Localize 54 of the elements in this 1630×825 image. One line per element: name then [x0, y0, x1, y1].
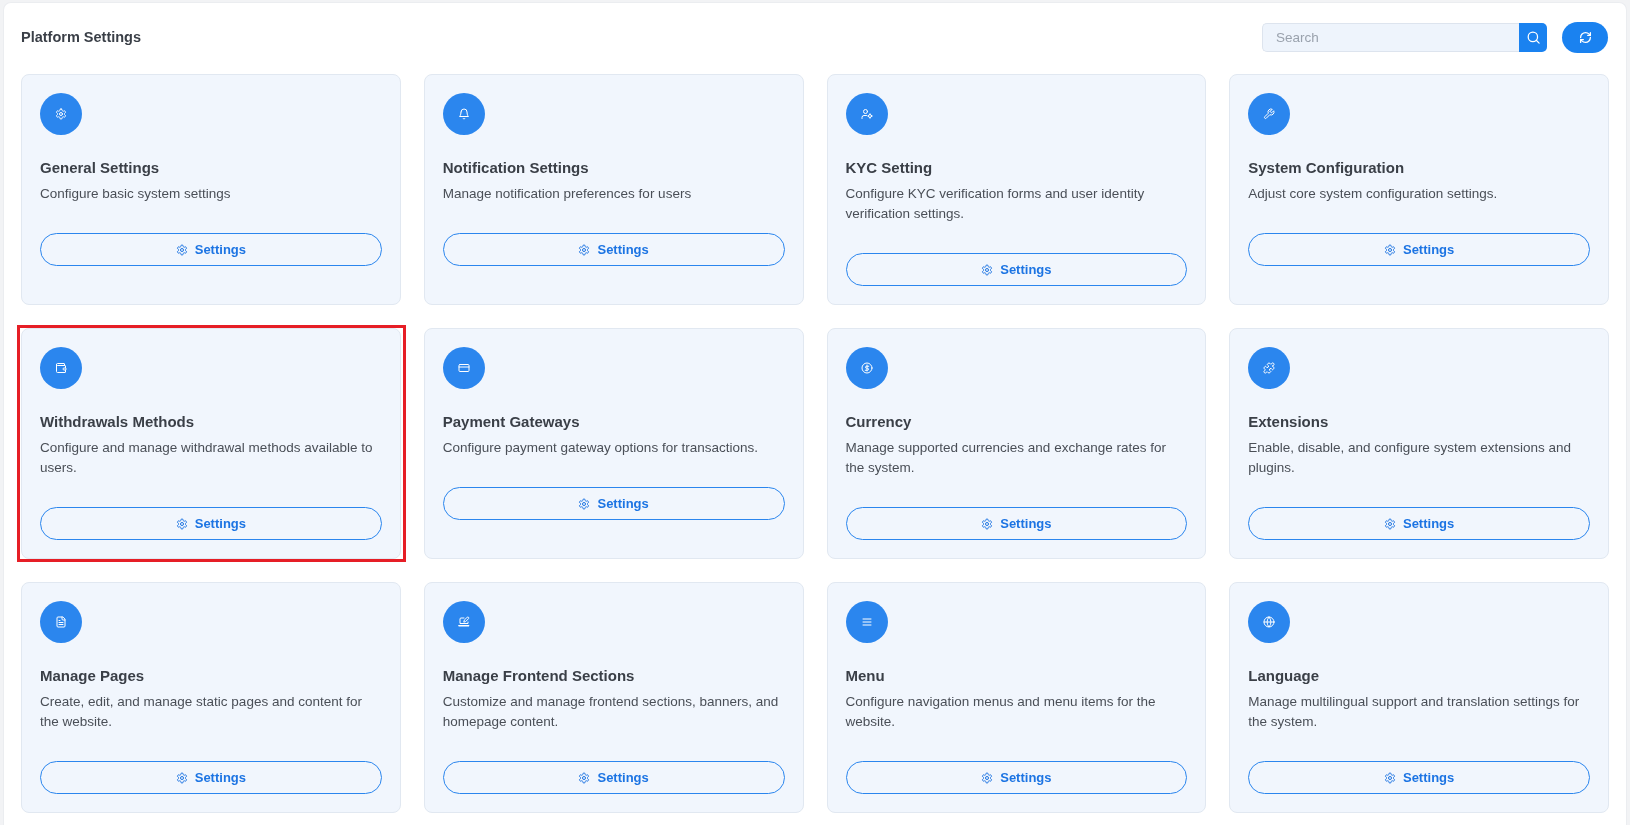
menu-icon — [845, 601, 888, 643]
card-title: General Settings — [40, 158, 160, 178]
refresh-icon — [1578, 30, 1592, 44]
card-description: Enable, disable, and configure system extensions and plugins. — [1248, 439, 1572, 477]
card-title: Manage Frontend Sections — [442, 666, 635, 686]
card-title: Language — [1248, 666, 1320, 686]
card-description: Configure KYC verification forms and user identity verification settings. — [845, 185, 1146, 223]
credit-card-icon — [442, 347, 485, 389]
gear-icon — [175, 517, 188, 530]
search-field[interactable]: Search — [1262, 22, 1519, 52]
card-description: Create, edit, and manage static pages and content for the website. — [40, 693, 363, 731]
card-description: Manage supported currencies and exchange rates for the system. — [845, 439, 1167, 477]
card-description: Adjust core system configuration settings. — [1248, 185, 1498, 203]
card-title: Menu — [845, 666, 885, 686]
gear-icon — [1383, 771, 1396, 784]
card-title: KYC Setting — [845, 158, 933, 178]
card-title: Withdrawals Methods — [40, 412, 195, 432]
page-title: Platform Settings — [21, 29, 142, 45]
gear-icon — [40, 93, 82, 135]
card-title: Extensions — [1248, 412, 1329, 432]
laptop-pen-icon — [442, 601, 485, 643]
card-description: Configure and manage withdrawal methods available to users. — [40, 439, 374, 477]
card-description: Manage notification preferences for users — [442, 185, 692, 203]
gear-icon — [1383, 243, 1396, 256]
card-description: Manage multilingual support and translation settings for the system. — [1248, 693, 1581, 731]
card-description: Customize and manage frontend sections, banners, and homepage content. — [442, 693, 780, 731]
gear-icon — [578, 497, 591, 510]
card-title: Notification Settings — [442, 158, 589, 178]
card-title: System Configuration — [1248, 158, 1405, 178]
card-description: Configure payment gateway options for transactions. — [442, 439, 758, 457]
wallet-icon — [40, 347, 82, 389]
gear-icon — [1383, 517, 1396, 530]
user-gear-icon — [845, 93, 888, 135]
search-icon — [1525, 29, 1541, 45]
gear-icon — [981, 771, 994, 784]
gear-icon — [175, 771, 188, 784]
gear-icon — [981, 517, 994, 530]
card-title: Payment Gateways — [442, 412, 580, 432]
gear-icon — [578, 243, 591, 256]
globe-icon — [1248, 601, 1291, 643]
card-title: Manage Pages — [40, 666, 145, 686]
gear-icon — [175, 243, 188, 256]
gear-icon — [578, 771, 591, 784]
puzzle-icon — [1248, 347, 1291, 389]
bell-icon — [442, 93, 485, 135]
card-title: Currency — [845, 412, 912, 432]
dollar-coin-icon — [845, 347, 888, 389]
refresh-button[interactable] — [1562, 21, 1608, 53]
document-icon — [40, 601, 82, 643]
search-button[interactable] — [1519, 22, 1547, 52]
card-description: Configure navigation menus and menu items for the website. — [845, 693, 1157, 731]
wrench-icon — [1248, 93, 1291, 135]
gear-icon — [981, 263, 994, 276]
card-description: Configure basic system settings — [40, 185, 231, 203]
